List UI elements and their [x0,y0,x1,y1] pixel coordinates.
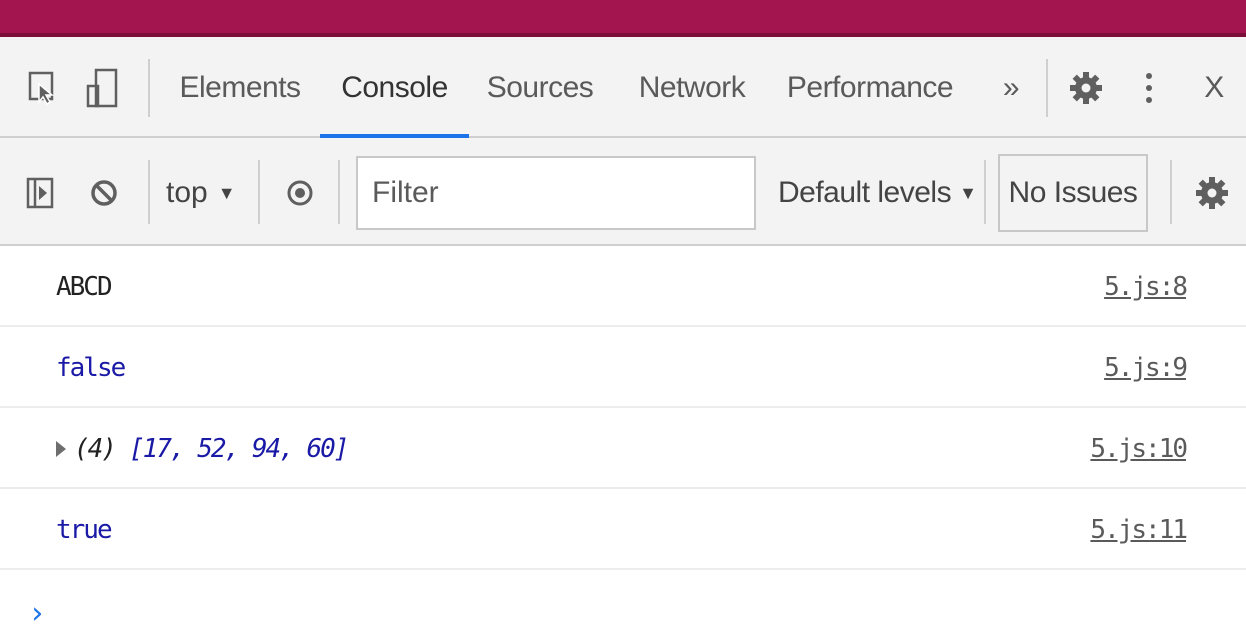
log-levels-label: Default levels [778,176,952,209]
tab-elements[interactable]: Elements [179,37,301,138]
expand-triangle-icon[interactable] [56,440,66,457]
console-message-text: false [56,352,126,383]
toolbar-divider [984,160,986,224]
close-icon[interactable]: X [1196,37,1232,138]
console-message-text: ABCD [56,271,113,302]
console-toolbar: top ▼ Filter Default levels ▼ No Issues [0,138,1246,246]
source-link[interactable]: 5.js:8 [1104,246,1188,327]
tab-divider [1046,59,1048,117]
settings-gear-icon[interactable] [1064,37,1108,138]
toolbar-divider [338,160,340,224]
log-levels-dropdown[interactable]: Default levels ▼ [778,156,977,230]
inspect-element-icon[interactable] [22,37,62,138]
live-expression-eye-icon[interactable] [280,168,320,218]
console-prompt-icon[interactable]: › [28,596,46,628]
console-message-row: true 5.js:11 [0,489,1246,570]
more-tabs-button[interactable]: » [994,37,1028,138]
console-settings-gear-icon[interactable] [1190,168,1234,218]
chevron-down-icon: ▼ [959,182,977,203]
tab-divider [148,59,150,117]
source-link[interactable]: 5.js:10 [1090,408,1188,489]
console-message-row: (4) [17, 52, 94, 60] 5.js:10 [0,408,1246,489]
console-output: ABCD 5.js:8 false 5.js:9 (4) [17, 52, 94… [0,246,1246,628]
context-selector[interactable]: top ▼ [166,156,236,230]
tab-network[interactable]: Network [636,37,748,138]
source-link[interactable]: 5.js:11 [1090,489,1188,570]
toolbar-divider [258,160,260,224]
tab-performance[interactable]: Performance [787,37,954,138]
window-title-bar [0,0,1246,37]
filter-input[interactable]: Filter [356,156,756,230]
chevron-down-icon: ▼ [217,182,236,203]
device-toolbar-icon[interactable] [80,37,124,138]
devtools-tab-strip: Elements Console Sources Network Perform… [0,37,1246,138]
sidebar-toggle-icon[interactable] [20,168,60,218]
console-message-text: true [56,514,113,545]
clear-console-icon[interactable] [84,168,124,218]
array-length: (4) [74,433,117,464]
more-options-icon[interactable] [1134,37,1164,138]
context-label: top [166,176,208,209]
console-message-row: false 5.js:9 [0,327,1246,408]
console-message-row: ABCD 5.js:8 [0,246,1246,327]
array-preview: [17, 52, 94, 60] [128,433,349,464]
array-expander[interactable]: (4) [17, 52, 94, 60] [56,408,349,489]
tab-console[interactable]: Console [320,37,469,138]
toolbar-divider [1170,160,1172,224]
issues-button[interactable]: No Issues [998,154,1148,232]
toolbar-divider [148,160,150,224]
source-link[interactable]: 5.js:9 [1104,327,1188,408]
tab-sources[interactable]: Sources [487,37,594,138]
